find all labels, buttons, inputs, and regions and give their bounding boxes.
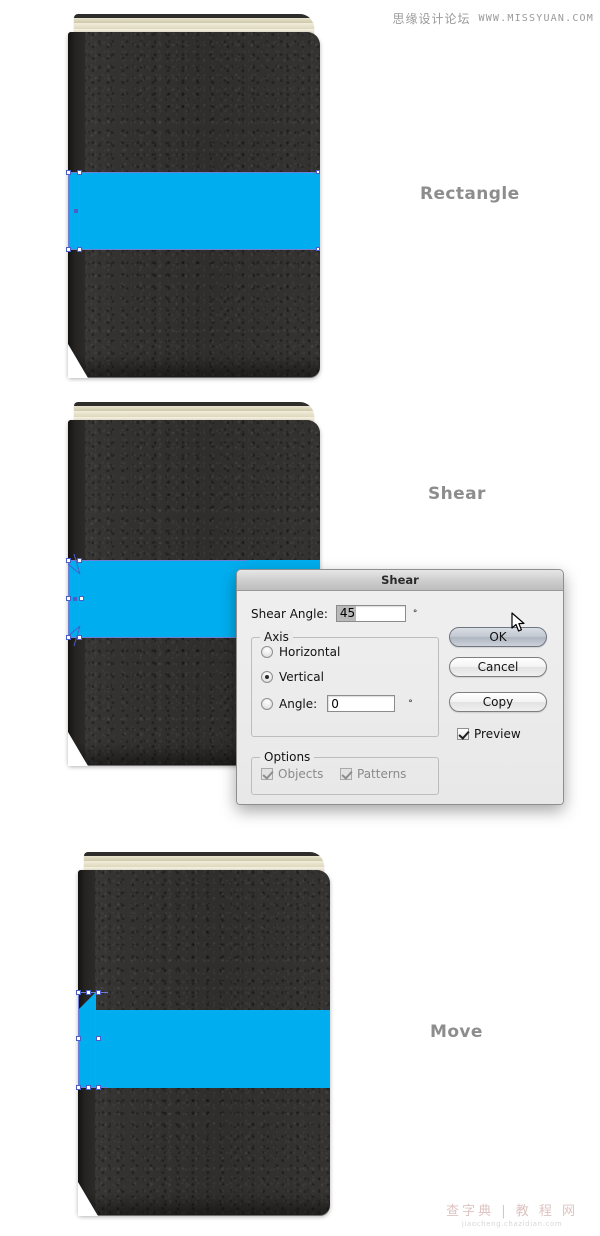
selection-edge-inner: [79, 172, 80, 250]
selection-anchor[interactable]: [66, 247, 71, 252]
step-label-move: Move: [430, 1022, 483, 1042]
step-label-rectangle: Rectangle: [420, 184, 520, 204]
selection-anchor[interactable]: [86, 1085, 91, 1090]
blue-band-moved[interactable]: [95, 1010, 330, 1088]
selection-edge-top: [68, 172, 320, 173]
ok-button[interactable]: OK: [449, 627, 547, 647]
selection-anchor[interactable]: [96, 1036, 101, 1041]
selection-anchor[interactable]: [66, 596, 71, 601]
checkbox-preview[interactable]: Preview: [457, 727, 521, 741]
selection-midpoint-anchor[interactable]: [73, 597, 77, 601]
axis-angle-value: 0: [331, 696, 339, 711]
selection-edge-bottom: [68, 637, 248, 638]
selection-anchor[interactable]: [96, 990, 101, 995]
selection-anchor[interactable]: [77, 170, 82, 175]
selection-anchor[interactable]: [76, 990, 81, 995]
checkbox-label-objects: Objects: [278, 767, 324, 781]
selection-anchor[interactable]: [77, 635, 82, 640]
shear-angle-label: Shear Angle:: [251, 606, 328, 621]
watermark-bottom: 查字典 | 教 程 网 jiaocheng.chazidian.com: [446, 1203, 578, 1228]
checkbox-label-patterns: Patterns: [357, 767, 407, 781]
watermark-top: 思缘设计论坛 WWW.MISSYUAN.COM: [392, 10, 594, 27]
step-label-shear: Shear: [428, 484, 486, 504]
checkbox-objects[interactable]: Objects: [261, 767, 323, 781]
watermark-top-cn: 思缘设计论坛: [392, 12, 471, 26]
watermark-bottom-url: jiaocheng.chazidian.com: [461, 1220, 563, 1228]
selection-anchor[interactable]: [86, 990, 91, 995]
watermark-bottom-cn: 查字典 | 教 程 网: [446, 1203, 578, 1219]
selection-midpoint-anchor[interactable]: [74, 209, 78, 213]
shear-angle-value: 45: [336, 606, 357, 621]
copy-button[interactable]: Copy: [449, 692, 547, 712]
selection-anchor[interactable]: [316, 247, 320, 251]
radio-icon-horizontal[interactable]: [261, 646, 273, 658]
selection-edge-bottom: [78, 1087, 108, 1088]
radio-label-horizontal: Horizontal: [279, 645, 341, 659]
selection-anchor[interactable]: [316, 170, 320, 174]
axis-angle-input[interactable]: 0: [327, 695, 396, 712]
selection-anchor[interactable]: [77, 247, 82, 252]
selection-edge-bottom: [68, 249, 320, 250]
axis-angle-degree-symbol: °: [408, 698, 413, 709]
selection-anchor[interactable]: [76, 1036, 81, 1041]
shear-angle-row: Shear Angle: 45 °: [251, 605, 417, 622]
dialog-title: Shear: [381, 573, 419, 587]
selection-anchor[interactable]: [66, 170, 71, 175]
checkbox-icon-objects[interactable]: [261, 768, 273, 780]
shear-angle-input[interactable]: 45: [335, 605, 406, 622]
radio-label-angle: Angle:: [279, 696, 318, 711]
selection-edge-left: [68, 172, 69, 250]
options-group-label: Options: [260, 750, 315, 764]
selection-anchor[interactable]: [79, 596, 84, 601]
degree-symbol: °: [412, 608, 418, 619]
shear-dialog[interactable]: Shear Shear Angle: 45 ° Axis Horizontal …: [236, 569, 564, 805]
radio-horizontal[interactable]: Horizontal: [261, 645, 340, 659]
selection-edge-top: [78, 992, 108, 993]
cancel-button[interactable]: Cancel: [449, 657, 547, 677]
dialog-body: Shear Angle: 45 ° Axis Horizontal Vertic…: [237, 591, 563, 804]
checkbox-icon-preview[interactable]: [457, 728, 469, 740]
checkbox-icon-patterns[interactable]: [340, 768, 352, 780]
selection-anchor[interactable]: [96, 1085, 101, 1090]
checkbox-patterns[interactable]: Patterns: [340, 767, 406, 781]
radio-vertical[interactable]: Vertical: [261, 670, 324, 684]
selection-anchor[interactable]: [66, 635, 71, 640]
selection-anchor[interactable]: [77, 558, 82, 563]
dialog-titlebar[interactable]: Shear: [237, 570, 563, 591]
radio-angle[interactable]: Angle: 0 °: [261, 695, 413, 712]
radio-label-vertical: Vertical: [279, 670, 324, 684]
axis-group-label: Axis: [260, 630, 293, 644]
watermark-top-url: WWW.MISSYUAN.COM: [478, 13, 594, 24]
selection-edge-top: [68, 560, 248, 561]
blue-band-rectangle[interactable]: [68, 172, 320, 250]
selection-anchor[interactable]: [76, 1085, 81, 1090]
selection-anchor[interactable]: [66, 558, 71, 563]
radio-icon-angle[interactable]: [261, 697, 273, 710]
radio-icon-vertical[interactable]: [261, 671, 273, 683]
checkbox-label-preview: Preview: [474, 727, 521, 741]
